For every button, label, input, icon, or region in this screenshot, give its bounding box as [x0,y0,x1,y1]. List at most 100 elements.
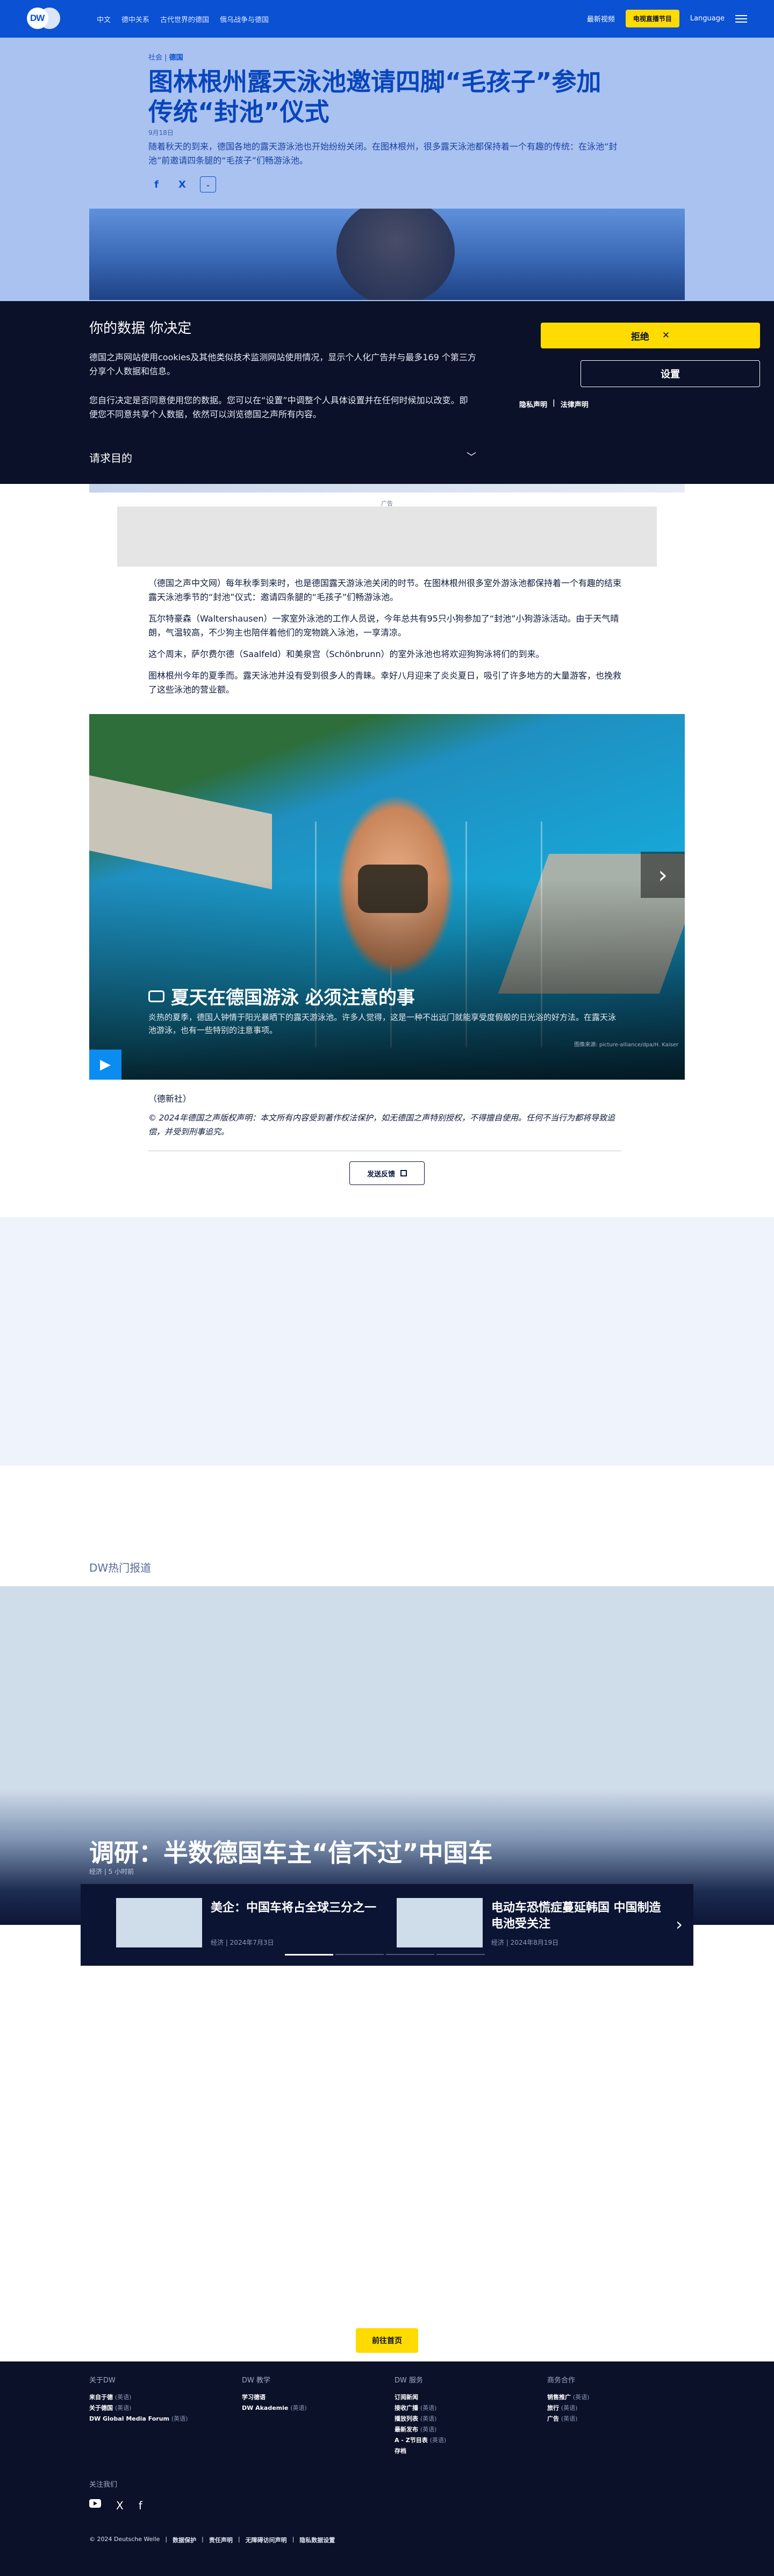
nav-item[interactable]: 中文 [97,14,111,24]
card-thumbnail [116,1898,202,1947]
footer-heading: 商务合作 [547,2377,576,2385]
carousel-dot[interactable] [335,1954,384,1955]
top-bar: DW 中文 德中关系 古代世界的德国 俄乌战争与德国 最新视频 电视直播节目 L… [0,0,774,38]
carousel-dot[interactable] [386,1954,434,1955]
feedback-button[interactable]: 发送反馈 [349,1161,425,1185]
youtube-icon[interactable] [89,2499,101,2508]
camera-icon [148,990,164,1002]
footer-link[interactable]: 学习德语 [242,2392,382,2403]
carousel-indicator [285,1954,485,1956]
article-source: （德新社） [148,1094,192,1104]
teaser-carousel: 美企：中国车将占全球三分之一 经济 | 2024年7月3日 电动车恐慌症蔓延韩国… [81,1884,693,1966]
latest-video-link[interactable]: 最新视频 [587,13,615,24]
x-icon[interactable]: X [174,176,190,192]
article-lead: 随着秋天的到来，德国各地的露天游泳池也开始纷纷关闭。在图林根州，很多露天泳池都保… [148,141,618,166]
footer-link[interactable]: 来自于德 (英语) [89,2392,229,2403]
footer-heading: DW 教学 [242,2377,270,2385]
swimming-dog-image [336,209,455,300]
carousel-dot[interactable] [285,1954,333,1956]
footer-link[interactable]: 旅行 (英语) [547,2403,687,2414]
facebook-icon[interactable]: f [148,176,164,192]
carousel-dot[interactable] [436,1954,485,1955]
footer-link[interactable]: 接收广播 (英语) [395,2403,534,2414]
body-paragraph: 瓦尔特豪森（Waltershausen）一家室外泳池的工作人员说，今年总共有95… [148,613,619,638]
carousel-card[interactable]: 美企：中国车将占全球三分之一 经济 | 2024年7月3日 [116,1898,385,1947]
hot-section-label: DW热门报道 [89,1561,152,1574]
home-button[interactable]: 前往首页 [356,2328,418,2353]
footer-link[interactable]: DW Akademie (英语) [242,2403,382,2414]
footer-link[interactable]: 播放列表 (英语) [395,2414,534,2424]
main-nav: 中文 德中关系 古代世界的德国 俄乌战争与德国 [97,14,269,24]
cookie-text: 德国之声网站使用cookies及其他类似技术监测网站使用情况，显示个人化广告并与… [89,352,476,376]
photo-gallery[interactable]: 夏天在德国游泳 必须注意的事 炎热的夏季，德国人钟情于阳光暴晒下的露天游泳池。许… [89,714,685,1080]
teaser-title[interactable]: 调研：半数德国车主“信不过”中国车 [89,1833,492,1869]
cookie-links: 隐私声明 | 法律声明 [519,399,589,409]
hero-image [89,209,685,300]
play-icon[interactable]: ▶ [89,1050,121,1080]
footer-column: DW 教学 学习德语 DW Akademie (英语) [242,2374,382,2414]
chevron-right-icon[interactable]: › [641,852,685,898]
cookie-title: 你的数据 你决定 [89,320,192,337]
live-tv-button[interactable]: 电视直播节目 [625,10,679,27]
footer-legal-link[interactable]: 数据保护 [173,2536,196,2544]
dw-logo[interactable]: DW [27,6,61,31]
footer-legal-link[interactable]: 隐私数据设置 [299,2536,335,2544]
footer-column: DW 服务 订阅新闻 接收广播 (英语) 播放列表 (英语) 最新发布 (英语)… [395,2374,534,2457]
reject-button[interactable]: 拒绝 ✕ [541,323,760,348]
legal-link[interactable]: 法律声明 [561,399,589,409]
facebook-icon[interactable]: f [139,2499,142,2512]
footer-legal-link[interactable]: 无障碍访问声明 [246,2536,287,2544]
footer-link[interactable]: 最新发布 (英语) [395,2424,534,2435]
cookie-text: 您自行决定是否同意使用您的数据。您可以在“设置”中调整个人具体设置并在任何时候加… [89,395,468,419]
footer-copyright: © 2024 Deutsche Welle [89,2536,160,2543]
settings-button[interactable]: 设置 [580,360,760,387]
body-paragraph: 这个周末，萨尔费尔德（Saalfeld）和美泉宫（Schönbrunn）的室外泳… [148,649,544,659]
body-paragraph: （德国之声中文网）每年秋季到来时，也是德国露天游泳池关闭的时节。在图林根州很多室… [148,578,622,602]
x-icon[interactable]: X [116,2499,124,2512]
gallery-description: 炎热的夏季，德国人钟情于阳光暴晒下的露天游泳池。许多人觉得，这是一种不出远门就能… [148,1012,617,1035]
teaser-meta: 经济 | 5 小时前 [89,1868,134,1875]
footer-link[interactable]: 存档 [395,2446,534,2457]
copyright-note: © 2024年德国之声版权声明：本文所有内容受到著作权法保护，如无德国之声特别授… [148,1113,615,1137]
chevron-right-icon[interactable]: › [676,1914,683,1935]
footer-link[interactable]: 关于德国 (英语) [89,2403,229,2414]
nav-item[interactable]: 俄乌战争与德国 [220,14,269,24]
content-placeholder [0,1217,774,1466]
footer-legal-link[interactable]: 责任声明 [209,2536,233,2544]
footer-link[interactable]: 销售推广 (英语) [547,2392,687,2403]
privacy-link[interactable]: 隐私声明 [519,399,547,409]
close-icon: ✕ [662,330,670,341]
language-link[interactable]: Language [690,15,725,23]
body-paragraph: 图林根州今年的夏季而。露天泳池并没有受到很多人的青睐。幸好八月迎来了炎炎夏日，吸… [148,670,622,695]
breadcrumb-tag[interactable]: 德国 [169,54,183,62]
social-links: X f [89,2499,142,2512]
follow-label: 关注我们 [89,2481,118,2489]
footer-heading: DW 服务 [395,2377,423,2385]
card-title: 美企：中国车将占全球三分之一 [211,1901,377,1915]
breadcrumb-section[interactable]: 社会 | [148,54,167,62]
footer-link[interactable]: 广告 (英语) [547,2414,687,2424]
footer-link[interactable]: 订阅新闻 [395,2392,534,2403]
card-meta: 经济 | 2024年8月19日 [491,1939,559,1946]
hamburger-menu-icon[interactable] [735,15,747,23]
copy-icon [400,1170,407,1176]
header-actions: 最新视频 电视直播节目 Language [587,10,747,27]
image-credit: 图像来源: picture-alliance/dpa/H. Kaiser [574,1042,678,1048]
carousel-card[interactable]: 电动车恐慌症蔓延韩国 中国制造电池受关注 经济 | 2024年8月19日 [397,1898,665,1947]
nav-item[interactable]: 古代世界的德国 [160,14,209,24]
footer-link[interactable]: A - Z节目表 (英语) [395,2435,534,2446]
link-divider: | [238,2536,240,2543]
nav-item[interactable]: 德中关系 [121,14,149,24]
purpose-label: 请求目的 [89,452,132,465]
card-meta: 经济 | 2024年7月3日 [211,1939,274,1946]
feedback-label: 发送反馈 [367,1170,395,1179]
purpose-accordion[interactable]: 请求目的 ﹀ [89,449,476,465]
footer-link[interactable]: DW Global Media Forum (英语) [89,2414,229,2424]
cookie-consent-banner: 你的数据 你决定 德国之声网站使用cookies及其他类似技术监测网站使用情况，… [0,301,774,484]
footer: 关于DW 来自于德 (英语) 关于德国 (英语) DW Global Media… [0,2361,774,2576]
gallery-title: 夏天在德国游泳 必须注意的事 [148,983,415,1009]
share-bar: f X ⌄ [148,176,216,192]
share-more-icon[interactable]: ⌄ [200,176,216,192]
hot-teaser[interactable]: 调研：半数德国车主“信不过”中国车 经济 | 5 小时前 [0,1586,774,1925]
ad-slot [117,506,657,567]
